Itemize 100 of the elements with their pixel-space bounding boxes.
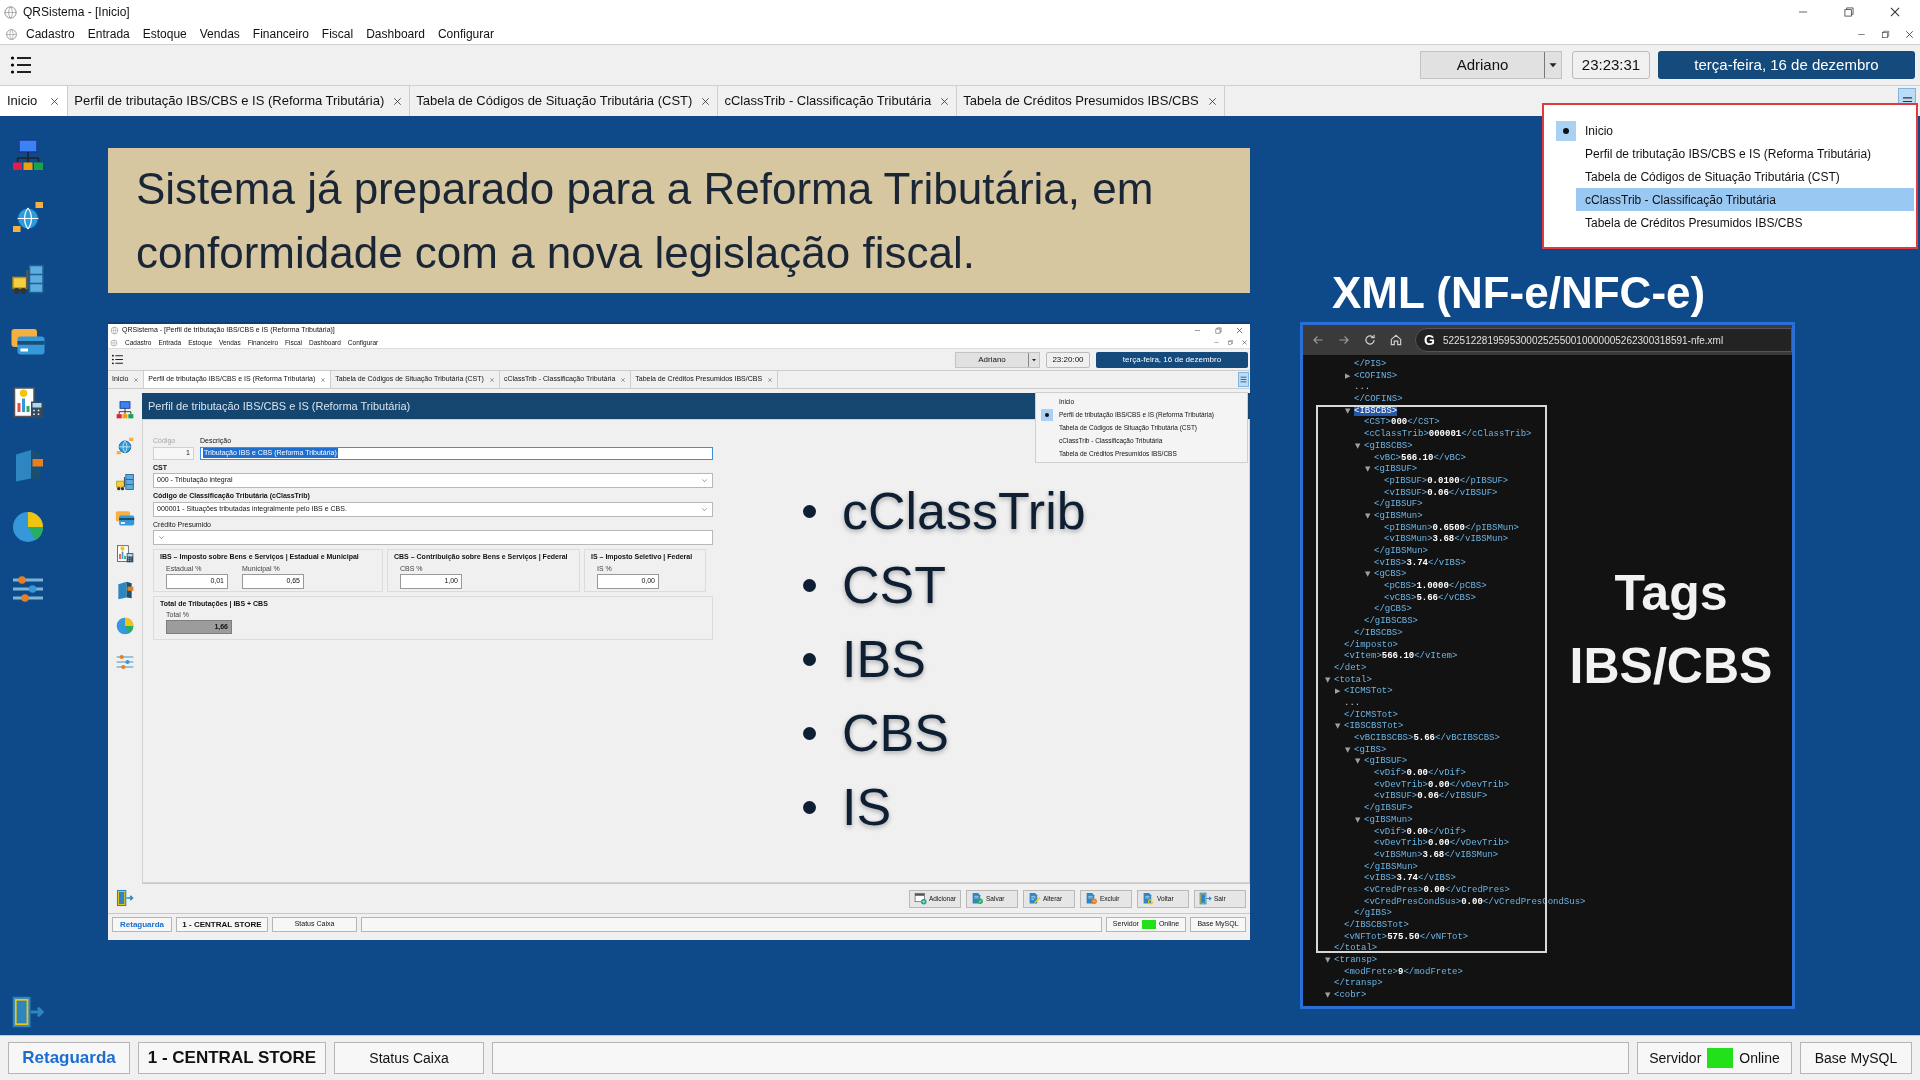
close-icon[interactable] bbox=[49, 95, 61, 107]
code-line: <modFrete>9</modFrete> bbox=[1344, 966, 1463, 978]
pie-chart-icon[interactable] bbox=[115, 616, 135, 636]
module-label: Retaguarda bbox=[8, 1042, 130, 1074]
globe-icon[interactable] bbox=[115, 436, 135, 456]
code-line: </gCBS> bbox=[1374, 604, 1412, 616]
code-line: </PIS> bbox=[1354, 359, 1387, 371]
book-icon[interactable] bbox=[115, 580, 135, 600]
address-bar[interactable]: G 52251228195953000252550010000005262300318591-nfe.xml bbox=[1415, 328, 1792, 352]
restore-icon[interactable] bbox=[1880, 28, 1891, 40]
store-label: 1 - CENTRAL STORE bbox=[138, 1042, 326, 1074]
forklift-icon[interactable] bbox=[115, 472, 135, 492]
xml-caption: Tags IBS/CBS bbox=[1569, 565, 1773, 694]
code-line: <gCBS> bbox=[1374, 569, 1407, 582]
code-line: </gIBS> bbox=[1354, 908, 1392, 920]
dropdown-field[interactable] bbox=[153, 530, 713, 545]
tab-list-button[interactable] bbox=[1238, 372, 1249, 387]
exit-door-icon[interactable] bbox=[10, 995, 45, 1029]
app-icon bbox=[110, 326, 119, 335]
menu-icon[interactable] bbox=[9, 53, 33, 77]
menu-item[interactable]: Tabela de Créditos Presumidos IBS/CBS bbox=[1544, 211, 1914, 234]
code-line: <vDif>0.00</vDif> bbox=[1374, 826, 1466, 838]
close-icon[interactable] bbox=[1904, 28, 1915, 40]
banner-text: Sistema já preparado para a Reforma Tributária, em conformidade com a nova legislação fiscal. bbox=[136, 162, 1155, 279]
close-icon[interactable] bbox=[1235, 326, 1244, 335]
code-line: <cClassTrib>000001</cClassTrib> bbox=[1364, 429, 1532, 441]
module-label: Retaguarda bbox=[112, 917, 172, 932]
close-icon[interactable] bbox=[1206, 95, 1218, 107]
menu-item[interactable]: Configurar bbox=[437, 25, 494, 43]
menu-item[interactable]: Tabela de Códigos de Situação Tributária (CST) bbox=[1544, 165, 1914, 188]
user-dropdown[interactable]: Adriano bbox=[1420, 51, 1562, 79]
close-icon[interactable] bbox=[392, 95, 404, 107]
code-line: </gIBSMun> bbox=[1374, 546, 1428, 558]
menu-item[interactable]: Entrada bbox=[87, 25, 130, 43]
menu-item[interactable]: Financeiro bbox=[252, 25, 309, 43]
app-icon bbox=[110, 338, 118, 347]
code-line: <gIBSUF> bbox=[1364, 756, 1408, 768]
code-line: <vIBSUF>0.06</vIBSUF> bbox=[1384, 487, 1498, 499]
code-line: </gIBSMun> bbox=[1364, 861, 1418, 873]
exit-door-icon[interactable] bbox=[116, 889, 134, 907]
back-icon[interactable] bbox=[1311, 333, 1325, 347]
restore-icon[interactable] bbox=[1842, 5, 1856, 19]
code-line: <gIBSUF> bbox=[1374, 464, 1418, 476]
code-line: </IBSCBSTot> bbox=[1344, 920, 1409, 932]
menu-item[interactable]: Perfil de tributação IBS/CBS e IS (Reforma Tributária) bbox=[1544, 142, 1914, 165]
window-title: QRSistema - [Inicio] bbox=[23, 4, 130, 21]
bullet-text: IS bbox=[842, 777, 892, 838]
menu-item[interactable]: Fiscal bbox=[321, 25, 354, 43]
network-icon[interactable] bbox=[115, 400, 135, 420]
close-icon[interactable] bbox=[1888, 5, 1902, 19]
report-calculator-icon[interactable] bbox=[115, 544, 135, 564]
menu-item[interactable]: Estoque bbox=[142, 25, 187, 43]
tab[interactable]: Inicio bbox=[0, 86, 69, 116]
code-line: </det> bbox=[1334, 662, 1367, 675]
code-line: </transp> bbox=[1334, 978, 1383, 990]
app-icon bbox=[3, 4, 18, 20]
menu-icon[interactable] bbox=[111, 353, 124, 366]
code-line: <pCBS>1.0000</pCBS> bbox=[1384, 581, 1487, 593]
code-line: </total> bbox=[1334, 943, 1378, 956]
reload-icon[interactable] bbox=[1363, 333, 1377, 347]
code-line: <vIBSMun>3.68</vIBSMun> bbox=[1374, 849, 1499, 862]
menu-item[interactable]: Cadastro bbox=[26, 25, 75, 43]
menu-item[interactable]: Dashboard bbox=[366, 25, 425, 43]
edit-document-icon bbox=[1028, 892, 1041, 905]
code-line: <vDevTrib>0.00</vDevTrib> bbox=[1374, 838, 1510, 850]
bullet-text: CST bbox=[842, 555, 946, 616]
menu-icon bbox=[1240, 376, 1247, 383]
cash-status-label: Status Caixa bbox=[334, 1042, 484, 1074]
credit-card-icon[interactable] bbox=[115, 508, 135, 528]
undo-document-icon bbox=[1142, 892, 1155, 905]
code-line: </gIBSCBS> bbox=[1364, 616, 1418, 628]
bullet-text: cClassTrib bbox=[842, 481, 1086, 542]
code-line: <vDevTrib>0.00</vDevTrib> bbox=[1374, 779, 1510, 791]
code-line: </IBSCBS> bbox=[1354, 627, 1403, 640]
menu-item[interactable]: Inicio bbox=[1544, 119, 1914, 142]
code-line: <pIBSUF>0.0100</pIBSUF> bbox=[1384, 475, 1509, 488]
code-line: <vIBSMun>3.68</vIBSMun> bbox=[1384, 534, 1509, 546]
delete-document-icon bbox=[1085, 892, 1098, 905]
code-line: <vBCIBSCBS>5.66</vBCIBSCBS> bbox=[1354, 733, 1500, 745]
time-display: 23:20:00 bbox=[1046, 351, 1090, 368]
date-display: terça-feira, 16 de dezembro bbox=[1658, 51, 1915, 79]
restore-icon[interactable] bbox=[1214, 326, 1223, 335]
restore-icon[interactable] bbox=[1227, 339, 1234, 346]
user-dropdown[interactable]: Adriano bbox=[955, 351, 1040, 368]
code-line: ... bbox=[1344, 697, 1361, 710]
code-line: </gIBSUF> bbox=[1374, 499, 1423, 511]
home-icon[interactable] bbox=[1389, 333, 1403, 347]
date-display: terça-feira, 16 de dezembro bbox=[1096, 351, 1248, 368]
code-line: <gIBSMun> bbox=[1374, 510, 1423, 523]
sliders-icon[interactable] bbox=[115, 652, 135, 672]
code-line: <vCredPres>0.00</vCredPres> bbox=[1364, 884, 1510, 897]
address-text: 52251228195953000252550010000005262300318591-nfe.xml bbox=[1442, 333, 1724, 348]
app-icon bbox=[5, 27, 18, 41]
menu-item[interactable]: Vendas bbox=[199, 25, 240, 43]
close-icon[interactable] bbox=[700, 95, 712, 107]
code-line: </ICMSTot> bbox=[1344, 709, 1398, 722]
code-line: <ICMSTot> bbox=[1344, 686, 1393, 698]
close-icon[interactable] bbox=[939, 95, 951, 107]
bullet-text: CBS bbox=[842, 703, 949, 764]
code-line: <cobr> bbox=[1334, 990, 1367, 1002]
